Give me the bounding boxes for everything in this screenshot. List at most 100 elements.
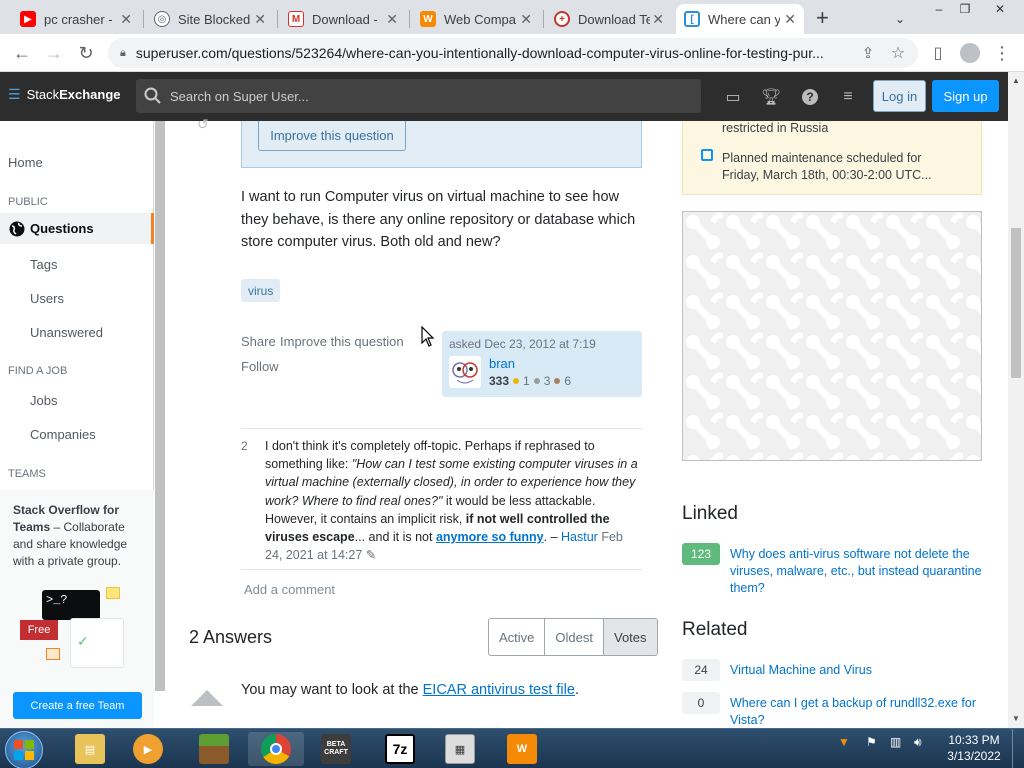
close-icon[interactable]: ✕: [520, 11, 532, 28]
nav-tags[interactable]: Tags: [30, 257, 57, 272]
lock-icon: 🔒︎: [120, 46, 126, 59]
share-icon[interactable]: ⇪: [856, 41, 880, 65]
browser-tab-site-blocked[interactable]: ◎ Site Blocked ✕: [146, 4, 274, 34]
share-link[interactable]: Share: [241, 334, 276, 349]
linked-question-link[interactable]: Why does anti-virus software not delete …: [730, 546, 986, 597]
profile-icon[interactable]: [958, 41, 982, 65]
reload-icon[interactable]: ↻: [74, 41, 98, 65]
show-desktop-button[interactable]: [1012, 729, 1024, 768]
media-player-icon: ▶: [133, 734, 163, 764]
nav-users[interactable]: Users: [30, 291, 64, 306]
avatar[interactable]: [449, 356, 481, 388]
teams-promo-text: Stack Overflow for Teams – Collaborate a…: [13, 502, 145, 570]
tray-avast-icon[interactable]: ▼: [838, 735, 850, 749]
sort-active[interactable]: Active: [489, 619, 546, 655]
achievements-trophy-icon[interactable]: 🏆︎: [760, 86, 782, 108]
forward-icon[interactable]: →: [42, 41, 66, 65]
logo-prefix: Stack: [26, 87, 60, 102]
browser-tab-download-test[interactable]: + Download Te ✕: [546, 4, 672, 34]
scroll-up-icon[interactable]: ▲: [1012, 76, 1020, 85]
owner-username[interactable]: bran: [489, 356, 515, 371]
sort-oldest[interactable]: Oldest: [545, 619, 604, 655]
close-icon[interactable]: ✕: [254, 11, 266, 28]
nav-questions[interactable]: Questions: [0, 213, 154, 244]
history-icon[interactable]: ↺: [197, 116, 209, 133]
youtube-icon: ▶: [20, 11, 36, 27]
taskbar-minecraft[interactable]: [186, 732, 242, 766]
eicar-link[interactable]: EICAR antivirus test file: [423, 682, 575, 698]
create-team-button[interactable]: Create a free Team: [13, 692, 142, 719]
login-button[interactable]: Log in: [873, 80, 926, 112]
nav-companies[interactable]: Companies: [30, 427, 96, 442]
related-question-link[interactable]: Where can I get a backup of rundll32.exe…: [730, 695, 986, 729]
taskbar-calculator[interactable]: ▦: [432, 732, 488, 766]
taskbar-media-player[interactable]: ▶: [120, 732, 176, 766]
improve-question-link[interactable]: Improve this question: [280, 334, 404, 349]
menu-kebab-icon[interactable]: ⋮: [990, 41, 1014, 65]
side-panel-icon[interactable]: ▯: [926, 41, 950, 65]
site-search[interactable]: [136, 79, 701, 113]
stackexchange-icon: ☰: [8, 86, 21, 102]
page-scrollbar[interactable]: ▲ ▼: [1008, 72, 1024, 728]
tab-search-icon[interactable]: ⌄: [890, 10, 910, 28]
comment: 2 I don't think it's completely off-topi…: [241, 428, 642, 562]
notice-maintenance[interactable]: Planned maintenance scheduled for Friday…: [722, 150, 962, 184]
nav-unanswered[interactable]: Unanswered: [30, 325, 103, 340]
follow-link[interactable]: Follow: [241, 359, 279, 374]
system-clock[interactable]: 10:33 PM 3/13/2022: [945, 732, 1003, 764]
tray-volume-icon[interactable]: 🔊︎: [914, 735, 922, 750]
reputation-score: 333: [489, 374, 510, 388]
improve-question-button[interactable]: Improve this question: [258, 121, 406, 151]
notice-restricted[interactable]: restricted in Russia: [722, 121, 828, 135]
bookmark-star-icon[interactable]: ☆: [886, 41, 910, 65]
help-icon[interactable]: ?: [799, 86, 821, 108]
answers-heading: 2 Answers: [189, 627, 273, 647]
site-switcher-icon[interactable]: ≡: [837, 86, 859, 108]
nav-heading-jobs: FIND A JOB: [8, 365, 68, 377]
close-icon[interactable]: ✕: [652, 11, 664, 28]
taskbar-beta-craft[interactable]: BETA CRAFT: [308, 732, 364, 766]
close-window-icon[interactable]: ✕: [980, 0, 1020, 18]
inbox-icon[interactable]: ▭: [722, 86, 744, 108]
taskbar-chrome[interactable]: [248, 732, 304, 766]
add-comment-link[interactable]: Add a comment: [244, 582, 335, 597]
edit-pencil-icon[interactable]: ✎: [366, 548, 376, 562]
start-button[interactable]: [5, 731, 43, 768]
browser-tab-superuser[interactable]: [ Where can y ✕: [676, 4, 804, 34]
tray-flag-icon[interactable]: ⚑: [866, 735, 877, 749]
address-bar[interactable]: 🔒︎ superuser.com/questions/523264/where-…: [108, 38, 918, 68]
new-tab-button[interactable]: +: [816, 5, 829, 31]
stackexchange-logo[interactable]: ☰ Stack Exchange: [8, 86, 121, 103]
taskbar-7zip[interactable]: 7z: [372, 732, 428, 766]
close-icon[interactable]: ✕: [120, 11, 132, 28]
scroll-down-icon[interactable]: ▼: [1012, 714, 1020, 723]
ad-pattern-image: [683, 212, 981, 460]
related-question-link[interactable]: Virtual Machine and Virus: [730, 662, 986, 679]
scrollbar-thumb[interactable]: [1011, 228, 1021, 378]
url-text: superuser.com/questions/523264/where-can…: [135, 45, 824, 61]
tab-title: Where can y: [708, 11, 780, 27]
close-icon[interactable]: ✕: [386, 11, 398, 28]
advertisement-placeholder[interactable]: [682, 211, 982, 461]
signup-button[interactable]: Sign up: [932, 80, 999, 112]
browser-tab-web-compare[interactable]: W Web Compar ✕: [412, 4, 540, 34]
taskbar-explorer[interactable]: ▤: [62, 732, 118, 766]
upvote-icon[interactable]: [191, 690, 223, 706]
reputation: 333 1 3 6: [489, 374, 571, 388]
nav-home[interactable]: Home: [8, 155, 43, 170]
restore-icon[interactable]: ❐: [954, 0, 976, 18]
search-input[interactable]: [170, 88, 670, 104]
nav-jobs[interactable]: Jobs: [30, 393, 57, 408]
taskbar-avast[interactable]: W: [494, 732, 550, 766]
tray-network-icon[interactable]: ▥: [890, 735, 901, 749]
comment-link[interactable]: anymore so funny: [436, 530, 544, 544]
sidebar-scrollbar[interactable]: [155, 121, 165, 691]
browser-tab-pc-crasher[interactable]: ▶ pc crasher - ✕: [12, 4, 140, 34]
comment-author[interactable]: Hastur: [561, 530, 598, 544]
back-icon[interactable]: ←: [10, 41, 34, 65]
sort-votes[interactable]: Votes: [603, 619, 657, 655]
minimize-icon[interactable]: –: [928, 0, 950, 18]
close-icon[interactable]: ✕: [784, 11, 796, 28]
browser-tab-gmail[interactable]: M Download - ✕: [280, 4, 406, 34]
tag-virus[interactable]: virus: [241, 279, 281, 302]
